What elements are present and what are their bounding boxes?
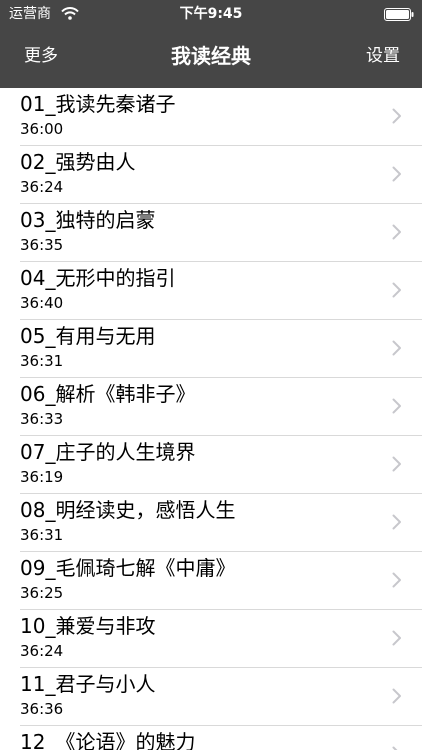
episode-duration: 36:19 — [20, 468, 64, 486]
episode-title: 08_明经读史，感悟人生 — [20, 498, 236, 522]
chevron-right-icon — [392, 746, 398, 750]
more-button[interactable]: 更多 — [24, 44, 58, 68]
chevron-right-icon — [392, 572, 401, 588]
episode-duration: 36:33 — [20, 410, 64, 428]
settings-button[interactable]: 设置 — [366, 44, 400, 68]
episode-title: 11_君子与小人 — [20, 672, 156, 696]
episode-duration: 36:36 — [20, 700, 64, 718]
list-item[interactable]: 04_无形中的指引 36:40 — [20, 262, 422, 320]
list-item[interactable]: 06_解析《韩非子》 36:33 — [20, 378, 422, 436]
list-item[interactable]: 09_毛佩琦七解《中庸》 36:25 — [20, 552, 422, 610]
episode-title: 05_有用与无用 — [20, 324, 156, 348]
episode-duration: 36:25 — [20, 584, 64, 602]
top-bar: 运营商 下午9:45 更多 我读经典 设置 — [0, 0, 422, 88]
episode-title: 09_毛佩琦七解《中庸》 — [20, 556, 236, 580]
episode-title: 04_无形中的指引 — [20, 266, 176, 290]
chevron-right-icon — [392, 398, 401, 414]
episode-title: 02_强势由人 — [20, 150, 136, 174]
list-item[interactable]: 05_有用与无用 36:31 — [20, 320, 422, 378]
episode-title: 01_我读先秦诸子 — [20, 92, 176, 116]
episode-duration: 36:00 — [20, 120, 64, 138]
episode-title: 06_解析《韩非子》 — [20, 382, 196, 406]
list-item[interactable]: 01_我读先秦诸子 36:00 — [20, 88, 422, 146]
chevron-right-icon — [392, 688, 401, 704]
list-item[interactable]: 08_明经读史，感悟人生 36:31 — [20, 494, 422, 552]
episode-title: 10_兼爱与非攻 — [20, 614, 156, 638]
list-item[interactable]: 12_《论语》的魅力 — [20, 726, 422, 750]
navigation-bar: 更多 我读经典 设置 — [0, 28, 422, 88]
chevron-right-icon — [392, 456, 401, 472]
episode-duration: 36:31 — [20, 526, 64, 544]
list-item[interactable]: 07_庄子的人生境界 36:19 — [20, 436, 422, 494]
episode-duration: 36:35 — [20, 236, 64, 254]
chevron-right-icon — [392, 166, 401, 182]
episode-title: 03_独特的启蒙 — [20, 208, 156, 232]
chevron-right-icon — [392, 514, 401, 530]
episode-duration: 36:40 — [20, 294, 64, 312]
chevron-right-icon — [392, 630, 401, 646]
list-item[interactable]: 03_独特的启蒙 36:35 — [20, 204, 422, 262]
list-item[interactable]: 10_兼爱与非攻 36:24 — [20, 610, 422, 668]
episode-duration: 36:31 — [20, 352, 64, 370]
episode-list[interactable]: 01_我读先秦诸子 36:00 02_强势由人 36:24 03_独特的启蒙 36:35 0… — [0, 88, 422, 750]
chevron-right-icon — [392, 282, 401, 298]
episode-title: 12_《论语》的魅力 — [20, 730, 196, 750]
status-time: 下午9:45 — [179, 6, 243, 22]
battery-icon — [384, 8, 414, 21]
status-bar: 运营商 下午9:45 — [0, 0, 422, 28]
chevron-right-icon — [392, 224, 401, 240]
episode-duration: 36:24 — [20, 642, 64, 660]
chevron-right-icon — [392, 340, 401, 356]
list-item[interactable]: 02_强势由人 36:24 — [20, 146, 422, 204]
page-title: 我读经典 — [171, 44, 251, 68]
episode-duration: 36:24 — [20, 178, 64, 196]
episode-title: 07_庄子的人生境界 — [20, 440, 196, 464]
chevron-right-icon — [392, 108, 401, 124]
list-item[interactable]: 11_君子与小人 36:36 — [20, 668, 422, 726]
